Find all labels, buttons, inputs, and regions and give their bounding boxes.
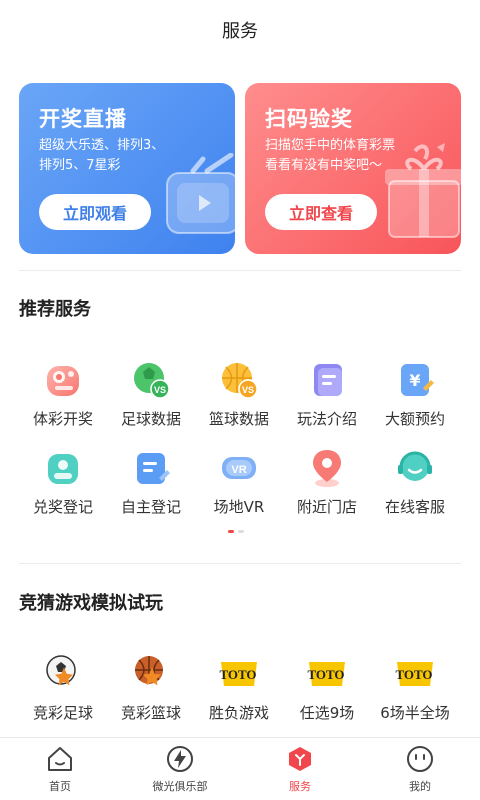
service-label: 玩法介绍	[296, 410, 357, 428]
service-label: 兑奖登记	[32, 498, 93, 516]
service-self-register[interactable]: 自主登记	[103, 446, 199, 526]
lightning-icon	[165, 744, 195, 774]
watch-now-button[interactable]: 立即观看	[39, 194, 151, 230]
toto-logo-icon: TOTO	[393, 652, 437, 696]
divider	[19, 270, 461, 271]
customer-service-icon	[393, 446, 437, 490]
live-draw-title: 开奖直播	[39, 107, 127, 131]
lottery-draw-icon	[41, 358, 85, 402]
service-label: 足球数据	[120, 410, 181, 428]
game-label: 任选9场	[299, 704, 355, 722]
service-label: 在线客服	[384, 498, 445, 516]
location-pin-icon	[305, 446, 349, 490]
tab-label: 我的	[409, 780, 431, 793]
service-label: 场地VR	[213, 498, 265, 516]
page-header: 服务	[0, 0, 480, 60]
tab-label: 微光俱乐部	[152, 780, 208, 793]
tab-mine[interactable]: 我的	[360, 738, 480, 800]
service-lottery-draw[interactable]: 体彩开奖	[15, 358, 111, 438]
svg-text:TOTO: TOTO	[219, 667, 256, 682]
service-large-booking[interactable]: ¥ 大额预约	[367, 358, 463, 438]
self-register-icon	[129, 446, 173, 490]
tab-service[interactable]: 服务	[240, 738, 360, 800]
scan-verify-banner[interactable]: 扫码验奖 扫描您手中的体育彩票 看看有没有中奖吧～ 立即查看	[245, 83, 461, 254]
game-label: 竞彩足球	[32, 704, 93, 722]
tab-club[interactable]: 微光俱乐部	[120, 738, 240, 800]
service-online-support[interactable]: 在线客服	[367, 446, 463, 526]
toto-logo-icon: TOTO	[305, 652, 349, 696]
service-label: 附近门店	[296, 498, 357, 516]
game-win-lose[interactable]: TOTO 胜负游戏	[191, 652, 287, 732]
game-label: 6场半全场	[380, 704, 450, 722]
tab-label: 首页	[49, 780, 71, 793]
soccer-ball-icon	[41, 652, 85, 696]
home-icon	[45, 744, 75, 774]
divider	[19, 563, 461, 564]
page-indicator	[228, 530, 244, 533]
page-dot	[238, 530, 244, 533]
basketball-icon	[129, 652, 173, 696]
service-label: 篮球数据	[208, 410, 269, 428]
tv-icon	[166, 153, 235, 234]
toto-logo-icon: TOTO	[217, 652, 261, 696]
scan-verify-title: 扫码验奖	[265, 107, 353, 131]
svg-text:TOTO: TOTO	[307, 667, 344, 682]
service-football-data[interactable]: VS 足球数据	[103, 358, 199, 438]
game-label: 胜负游戏	[208, 704, 269, 722]
service-nearby-stores[interactable]: 附近门店	[279, 446, 375, 526]
profile-face-icon	[405, 744, 435, 774]
redeem-register-icon	[41, 446, 85, 490]
game-jingcai-football[interactable]: 竞彩足球	[15, 652, 111, 732]
game-label: 竞彩篮球	[120, 704, 181, 722]
basketball-vs-icon: VS	[217, 358, 261, 402]
gift-box-icon	[385, 143, 461, 238]
svg-text:VR: VR	[231, 464, 246, 476]
yuan-booking-icon: ¥	[393, 358, 437, 402]
recommended-section-title: 推荐服务	[19, 299, 91, 320]
service-rules-intro[interactable]: 玩法介绍	[279, 358, 375, 438]
live-draw-banner[interactable]: 开奖直播 超级大乐透、排列3、 排列5、7星彩 立即观看	[19, 83, 235, 254]
rules-doc-icon	[305, 358, 349, 402]
svg-text:VS: VS	[154, 385, 166, 395]
game-pick-nine[interactable]: TOTO 任选9场	[279, 652, 375, 732]
games-section-title: 竞猜游戏模拟试玩	[19, 593, 163, 614]
check-now-button[interactable]: 立即查看	[265, 194, 377, 230]
football-vs-icon: VS	[129, 358, 173, 402]
service-redeem-register[interactable]: 兑奖登记	[15, 446, 111, 526]
service-venue-vr[interactable]: VR 场地VR	[191, 446, 287, 526]
tab-label: 服务	[289, 780, 311, 793]
tab-home[interactable]: 首页	[0, 738, 120, 800]
page-title: 服务	[222, 21, 258, 42]
game-jingcai-basketball[interactable]: 竞彩篮球	[103, 652, 199, 732]
game-six-half-full[interactable]: TOTO 6场半全场	[367, 652, 463, 732]
svg-text:TOTO: TOTO	[395, 667, 432, 682]
service-label: 自主登记	[120, 498, 181, 516]
service-label: 大额预约	[384, 410, 445, 428]
svg-text:¥: ¥	[409, 371, 420, 390]
vr-icon: VR	[217, 446, 261, 490]
service-cube-icon	[285, 744, 315, 774]
svg-text:VS: VS	[242, 385, 254, 395]
page-dot-active	[228, 530, 234, 533]
bottom-tab-bar: 首页 微光俱乐部 服务 我的	[0, 737, 480, 800]
service-label: 体彩开奖	[32, 410, 93, 428]
service-basketball-data[interactable]: VS 篮球数据	[191, 358, 287, 438]
